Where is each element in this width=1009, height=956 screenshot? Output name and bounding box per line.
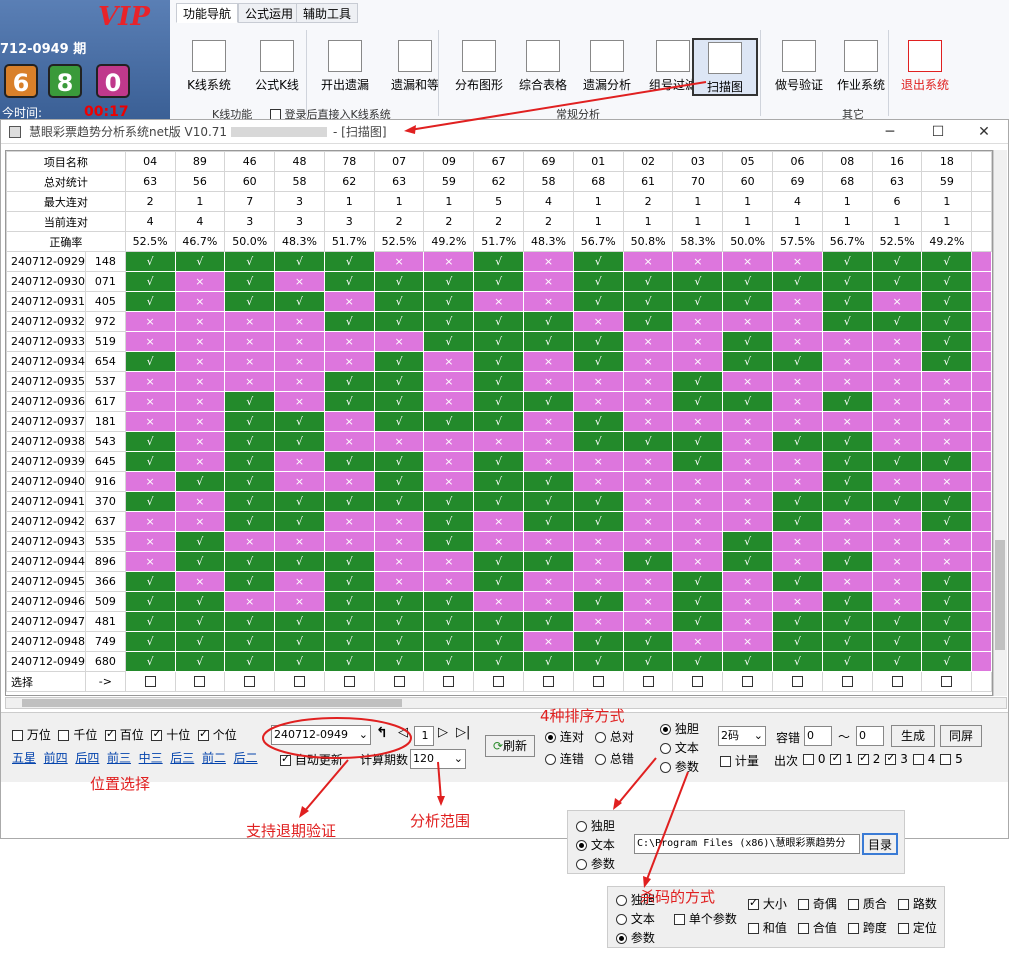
arrow-range bbox=[437, 761, 442, 801]
annotation-arrows bbox=[262, 81, 707, 888]
arrowhead-window bbox=[404, 125, 416, 134]
annot-range: 分析范围 bbox=[410, 812, 471, 830]
annot-kill: 杀码的方式 bbox=[640, 888, 716, 906]
arrow-window bbox=[409, 81, 707, 131]
annot-sort-ways: 4种排序方式 bbox=[540, 707, 625, 725]
annot-position-select: 位置选择 bbox=[90, 775, 151, 793]
arrowhead-range bbox=[437, 796, 445, 806]
arrow-text-mode bbox=[616, 757, 657, 806]
arrow-retreat bbox=[302, 759, 349, 814]
annot-retreat: 支持退期验证 bbox=[246, 822, 337, 840]
arrow-param-mode bbox=[645, 771, 689, 883]
highlight-period-ellipse bbox=[262, 717, 412, 759]
